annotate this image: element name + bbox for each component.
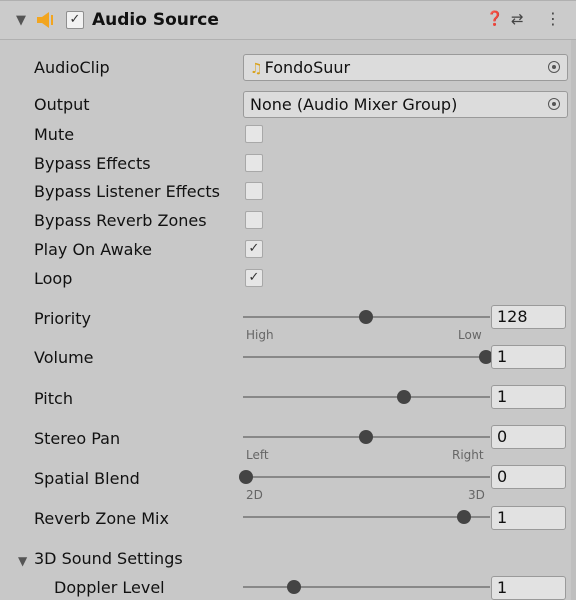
component-title: Audio Source [92,10,219,30]
reverb-zone-mix-value-field[interactable]: 1 [491,506,566,530]
output-field[interactable]: None (Audio Mixer Group) [243,91,568,118]
pitch-slider-knob[interactable] [397,390,411,404]
toggle-label: Bypass Effects [34,154,151,173]
spatial-blend-slider-track[interactable] [239,470,490,484]
toggle-label: Bypass Listener Effects [34,182,221,201]
toggle-label: Bypass Reverb Zones [34,211,207,230]
priority-slider-track[interactable] [243,310,490,324]
doppler-level-slider-knob[interactable] [287,580,301,594]
audio-source-speaker-icon [37,12,53,28]
kebab-menu-icon[interactable]: ⋮ [545,9,561,28]
volume-value-field[interactable]: 1 [491,345,566,369]
fold-triangle-icon[interactable]: ▼ [16,13,26,28]
object-picker-icon[interactable] [548,61,560,73]
spatial-blend-slider-knob[interactable] [239,470,253,484]
bypass-effects-checkbox[interactable] [245,154,263,172]
pitch-value-field[interactable]: 1 [491,385,566,409]
help-icon[interactable]: ❓ [486,11,503,27]
slider-label: Reverb Zone Mix [34,509,169,528]
output-value: None (Audio Mixer Group) [250,95,458,114]
audio-clip-label: AudioClip [34,58,110,77]
priority-slider-knob[interactable] [359,310,373,324]
play-on-awake-checkbox[interactable]: ✓ [245,240,263,258]
slider-label: Priority [34,309,91,328]
presets-icon[interactable]: ⇄ [511,10,524,28]
bypass-listener-effects-checkbox[interactable] [245,182,263,200]
priority-value-field[interactable]: 128 [491,305,566,329]
spatial-blend-value-field[interactable]: 0 [491,465,566,489]
audio-clip-field[interactable]: ♫ FondoSuur [243,54,568,81]
fold-triangle-icon[interactable]: ▼ [18,554,27,568]
output-label: Output [34,95,90,114]
bypass-reverb-zones-checkbox[interactable] [245,211,263,229]
toggle-label: Play On Awake [34,240,152,259]
object-picker-icon[interactable] [548,98,560,110]
volume-slider-track[interactable] [243,350,493,364]
audio-source-inspector: ▼ ✓ Audio Source ❓ ⇄ ⋮ AudioClip ♫ FondoS… [0,0,576,600]
pitch-slider-track[interactable] [243,390,490,404]
slider-label: Pitch [34,389,73,408]
priority-high-hint: High [246,328,274,342]
slider-label: Spatial Blend [34,469,140,488]
toggle-label: Mute [34,125,75,144]
stereo-pan-right-hint: Right [452,448,484,462]
spatial-blend-2d-hint: 2D [246,488,263,502]
component-header[interactable]: ▼ ✓ Audio Source ❓ ⇄ ⋮ [0,0,576,40]
reverb-zone-mix-slider-track[interactable] [243,510,490,524]
doppler-level-value-field[interactable]: 1 [491,576,566,600]
stereo-pan-slider-knob[interactable] [359,430,373,444]
spatial-blend-3d-hint: 3D [468,488,485,502]
stereo-pan-left-hint: Left [246,448,269,462]
audio-clip-icon: ♫ [250,61,263,77]
slider-label: Volume [34,348,94,367]
scrollbar[interactable] [571,40,576,600]
doppler-level-label: Doppler Level [54,578,165,597]
section-3d-title[interactable]: 3D Sound Settings [34,549,183,569]
stereo-pan-value-field[interactable]: 0 [491,425,566,449]
component-enabled-checkbox[interactable]: ✓ [66,11,84,29]
loop-checkbox[interactable]: ✓ [245,269,263,287]
audio-clip-value: FondoSuur [264,58,351,77]
doppler-level-slider-track[interactable] [243,580,490,594]
reverb-zone-mix-slider-knob[interactable] [457,510,471,524]
stereo-pan-slider-track[interactable] [243,430,490,444]
mute-checkbox[interactable] [245,125,263,143]
slider-label: Stereo Pan [34,429,121,448]
toggle-label: Loop [34,269,73,288]
priority-low-hint: Low [458,328,482,342]
